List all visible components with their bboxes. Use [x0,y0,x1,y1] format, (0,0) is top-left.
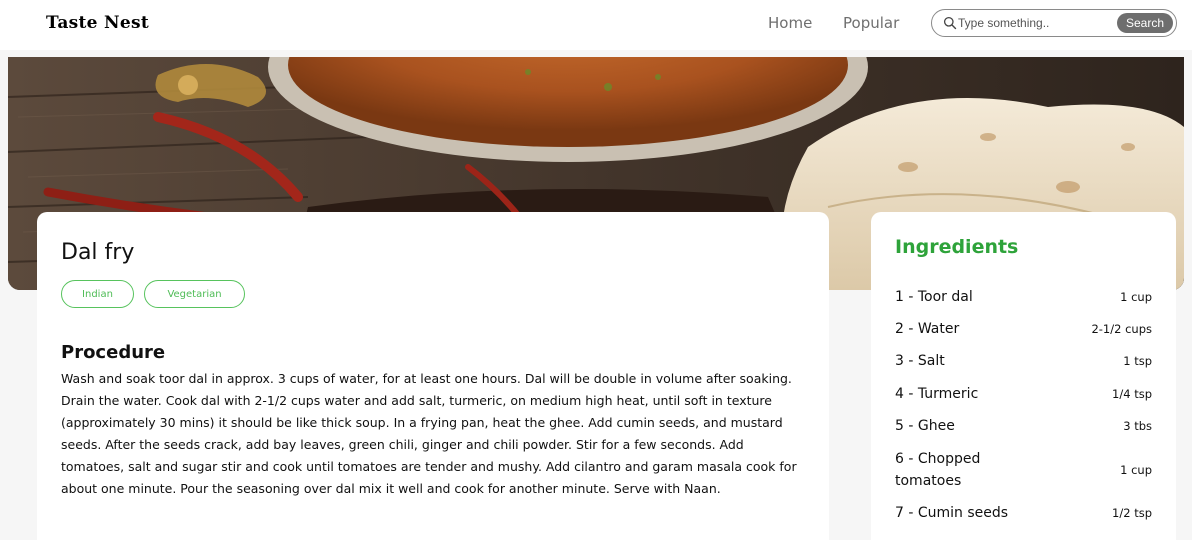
ingredient-name: 5 - Ghee [895,418,955,434]
search-button[interactable]: Search [1117,13,1173,33]
procedure-heading: Procedure [61,342,166,363]
ingredient-qty: 1 tsp [1123,354,1152,368]
ingredient-name: 4 - Turmeric [895,386,979,402]
ingredients-heading: Ingredients [895,236,1019,258]
navbar: Taste Nest Home Popular Search [0,0,1192,50]
ingredient-row: 2 - Water 2-1/2 cups [895,318,1152,340]
ingredient-qty: 1 cup [1120,463,1152,477]
ingredient-qty: 3 tbs [1123,419,1152,433]
ingredient-row: 4 - Turmeric 1/4 tsp [895,383,1152,405]
nav-popular[interactable]: Popular [843,14,899,32]
ingredient-row: 7 - Cumin seeds 1/2 tsp [895,502,1152,524]
ingredient-name: 6 - Chopped tomatoes [895,451,981,489]
nav-home[interactable]: Home [768,14,812,32]
search-icon [943,16,957,30]
ingredient-qty: 2-1/2 cups [1091,322,1152,336]
ingredient-qty: 1/2 tsp [1112,506,1152,520]
brand-logo[interactable]: Taste Nest [46,13,149,33]
tag-vegetarian[interactable]: Vegetarian [144,280,245,308]
ingredient-qty: 1/4 tsp [1112,387,1152,401]
tag-indian[interactable]: Indian [61,280,134,308]
ingredient-name: 1 - Toor dal [895,289,973,305]
search-input[interactable] [958,14,1108,32]
ingredient-row: 5 - Ghee 3 tbs [895,415,1152,437]
ingredients-card: Ingredients 1 - Toor dal 1 cup 2 - Water… [871,212,1176,540]
ingredient-name: 2 - Water [895,321,960,337]
ingredient-row: 6 - Chopped tomatoes 1 cup [895,448,1152,492]
ingredient-name: 7 - Cumin seeds [895,505,1009,521]
recipe-card: Dal fry Indian Vegetarian Procedure Wash… [37,212,829,540]
ingredient-row: 1 - Toor dal 1 cup [895,286,1152,308]
ingredient-name: 3 - Salt [895,353,945,369]
search-box: Search [931,9,1177,37]
recipe-title: Dal fry [61,240,135,265]
ingredient-row: 3 - Salt 1 tsp [895,350,1152,372]
ingredient-qty: 1 cup [1120,290,1152,304]
procedure-text: Wash and soak toor dal in approx. 3 cups… [61,371,797,496]
